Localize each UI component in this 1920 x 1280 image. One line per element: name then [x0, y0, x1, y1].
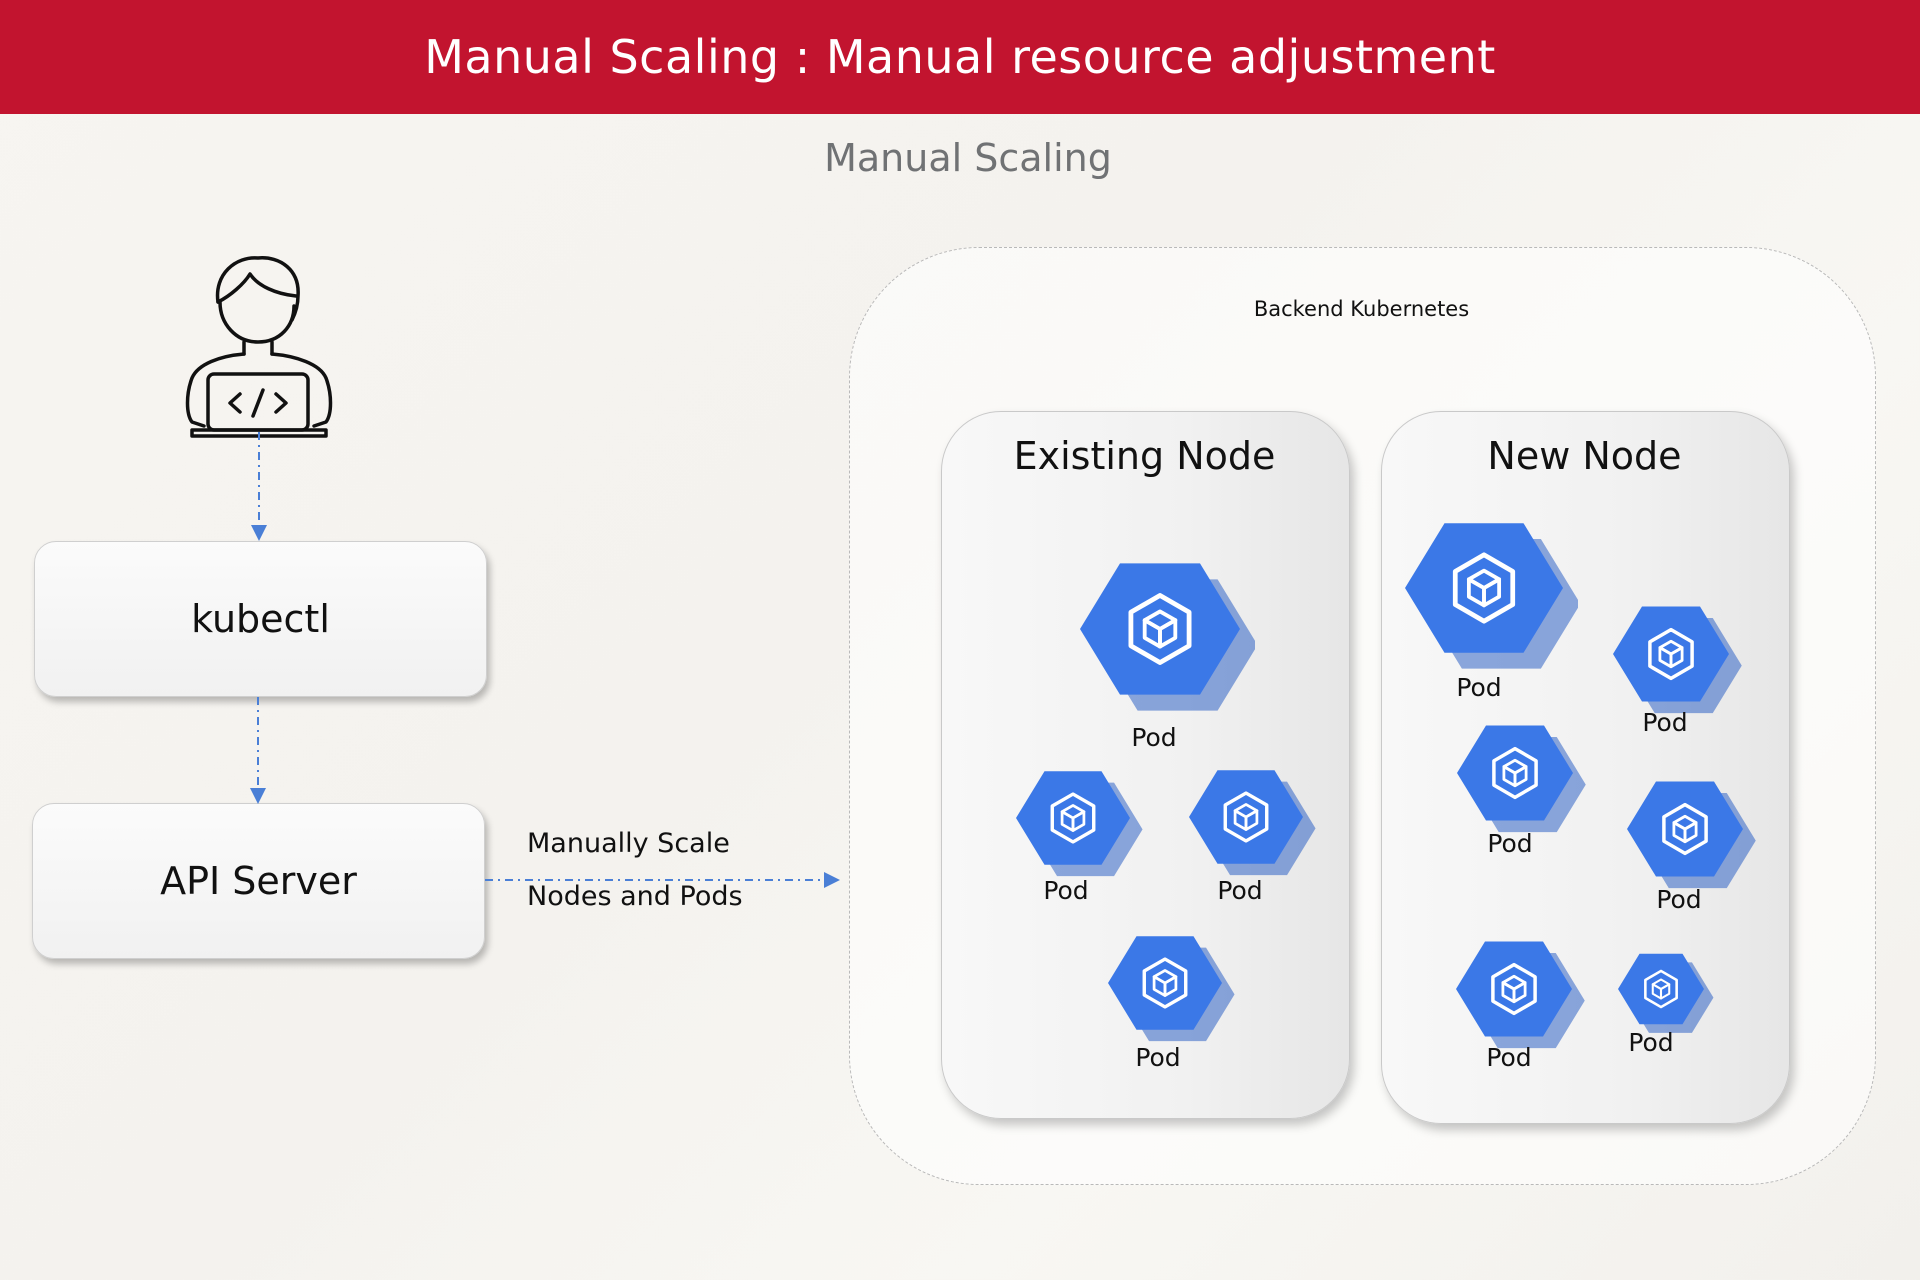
pod-label: Pod — [1628, 1028, 1674, 1057]
pod-icon — [1108, 936, 1235, 1042]
pod-label: Pod — [1486, 1043, 1532, 1072]
pod-label: Pod — [1456, 673, 1502, 702]
cluster-title: Backend Kubernetes — [1253, 297, 1470, 321]
pod-label: Pod — [1656, 885, 1702, 914]
pod-icon — [1189, 770, 1316, 876]
pod-icon — [1613, 606, 1742, 714]
pod-icon — [1457, 725, 1586, 833]
arrow-label-line2: Nodes and Pods — [527, 881, 743, 912]
api-server-box: API Server — [32, 803, 485, 959]
kubectl-label: kubectl — [191, 597, 330, 641]
header-bar: Manual Scaling : Manual resource adjustm… — [0, 0, 1920, 114]
pod-label: Pod — [1217, 876, 1263, 905]
pod-icon — [1016, 771, 1143, 877]
pod-label: Pod — [1135, 1043, 1181, 1072]
kubectl-box: kubectl — [34, 541, 487, 697]
existing-node-title: Existing Node — [1013, 434, 1276, 478]
developer-laptop-icon — [185, 256, 333, 438]
pod-label: Pod — [1043, 876, 1089, 905]
diagram-subtitle: Manual Scaling — [824, 136, 1112, 180]
pod-icon — [1405, 523, 1578, 669]
arrow-label-line1: Manually Scale — [527, 828, 730, 859]
api-server-label: API Server — [160, 859, 357, 903]
pod-label: Pod — [1487, 829, 1533, 858]
pod-label: Pod — [1642, 708, 1688, 737]
page-title: Manual Scaling : Manual resource adjustm… — [424, 30, 1496, 84]
pod-icon — [1080, 563, 1255, 711]
pod-icon — [1627, 781, 1756, 889]
new-node-title: New Node — [1487, 434, 1682, 478]
pod-icon — [1456, 941, 1585, 1049]
